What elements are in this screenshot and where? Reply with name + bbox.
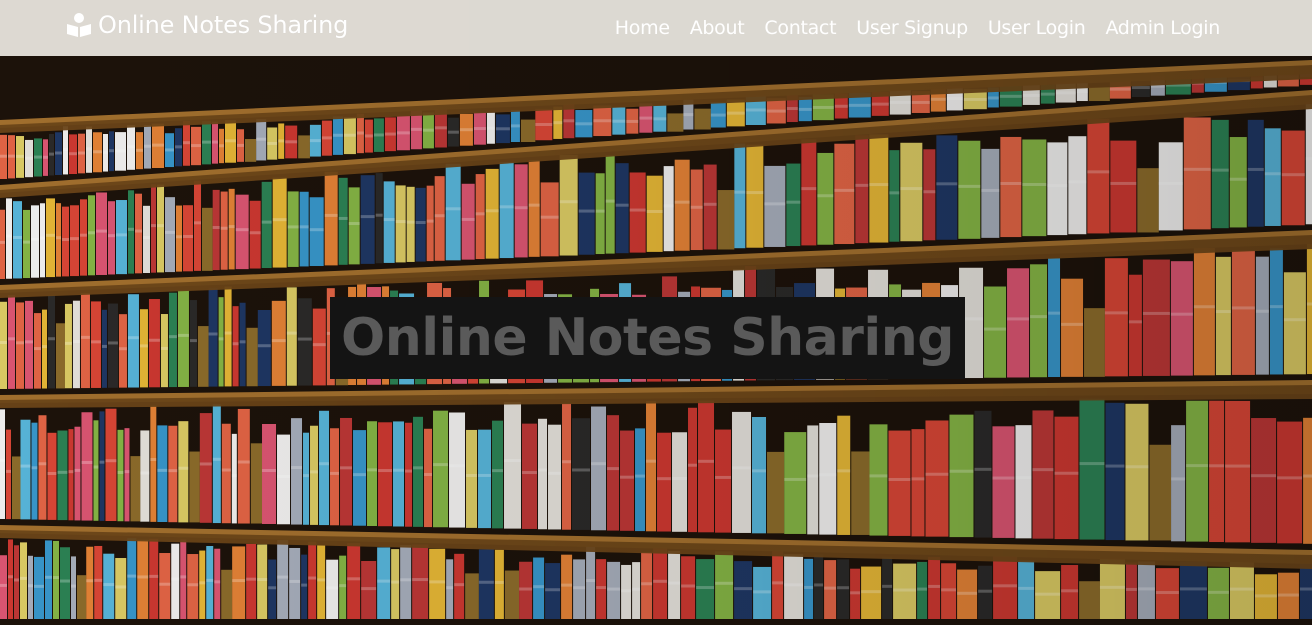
nav-item-contact: Contact — [764, 17, 836, 39]
nav-link-about[interactable]: About — [690, 17, 745, 39]
nav-link-admin-login[interactable]: Admin Login — [1105, 17, 1220, 39]
nav-link-user-signup[interactable]: User Signup — [856, 17, 968, 39]
top-navbar: Online Notes Sharing Home About Contact … — [0, 0, 1312, 56]
nav-item-admin-login: Admin Login — [1105, 17, 1220, 39]
brand-link[interactable]: Online Notes Sharing — [66, 10, 348, 40]
nav-item-about: About — [690, 17, 745, 39]
nav-link-contact[interactable]: Contact — [764, 17, 836, 39]
nav-link-user-login[interactable]: User Login — [988, 17, 1086, 39]
nav-menu: Home About Contact User Signup User Logi… — [615, 0, 1221, 56]
brand-name: Online Notes Sharing — [98, 11, 349, 39]
nav-item-user-signup: User Signup — [856, 17, 968, 39]
nav-item-user-login: User Login — [988, 17, 1086, 39]
book-reader-icon — [66, 12, 92, 38]
hero-headline: Online Notes Sharing — [341, 308, 954, 368]
hero-headline-box: Online Notes Sharing — [330, 297, 965, 379]
nav-item-home: Home — [615, 17, 670, 39]
nav-link-home[interactable]: Home — [615, 17, 670, 39]
